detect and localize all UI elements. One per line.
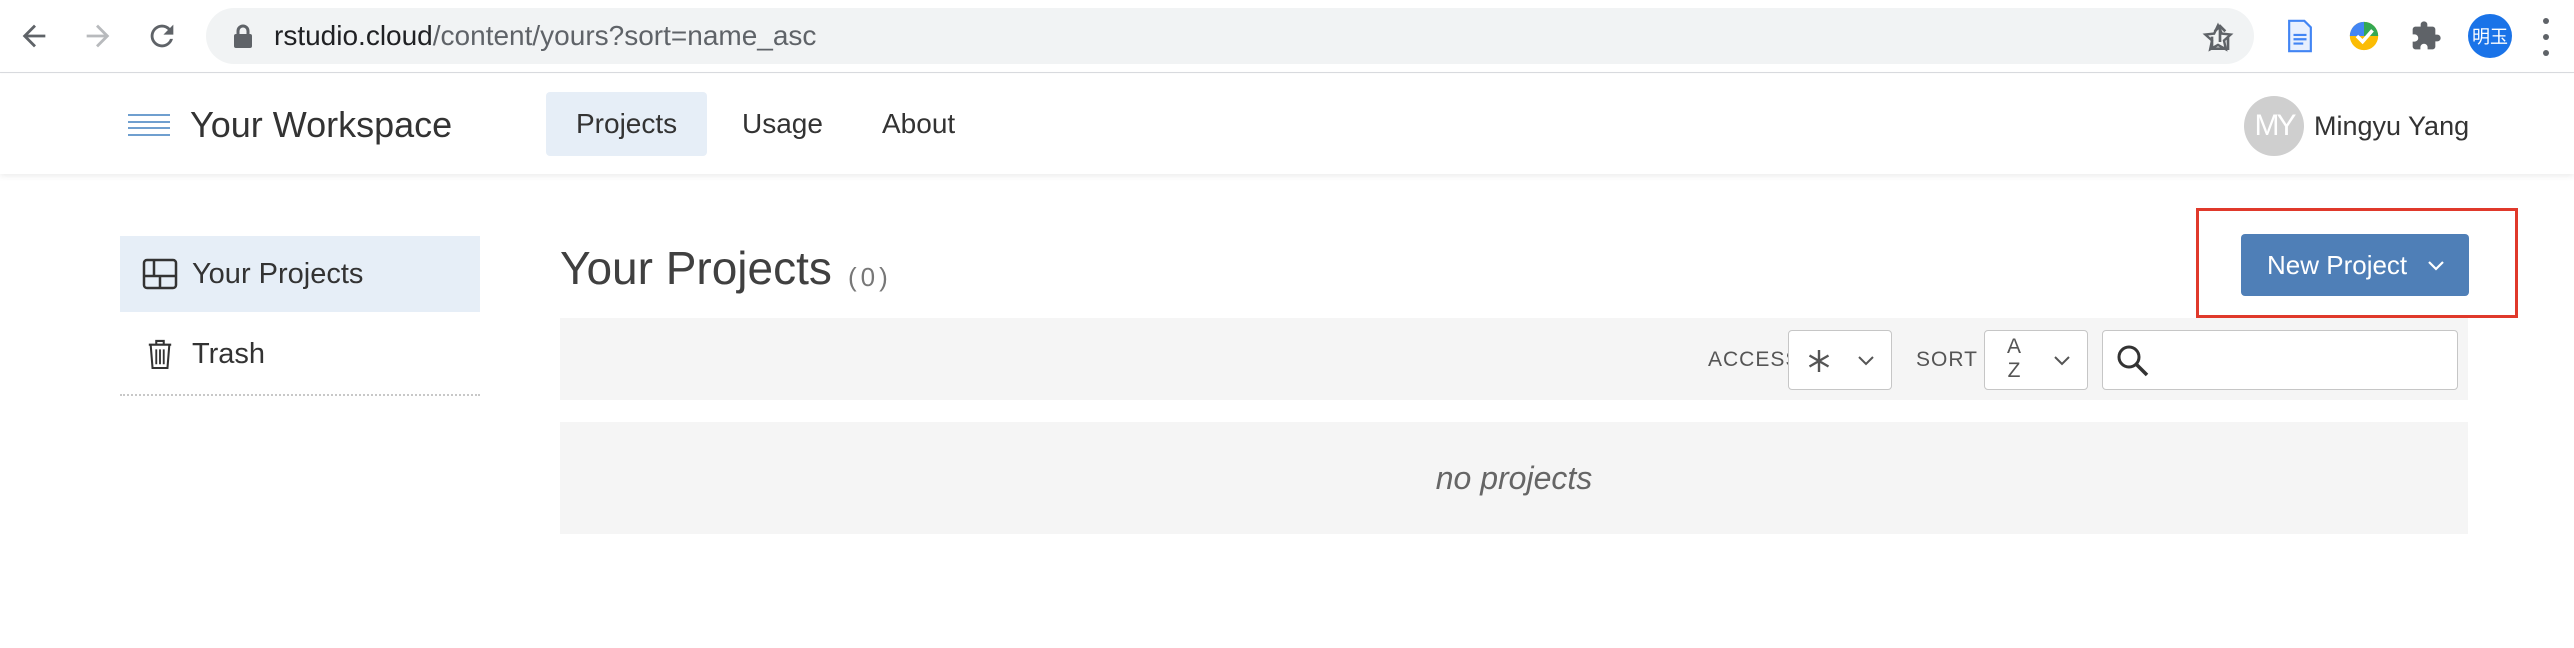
access-label: ACCESS <box>1708 348 1801 371</box>
page-title: Your Projects <box>560 242 832 294</box>
avatar[interactable]: MY <box>2244 96 2304 156</box>
browser-toolbar: rstudio.cloud/content/yours?sort=name_as… <box>0 0 2574 73</box>
doc-extension-button[interactable] <box>2280 16 2320 56</box>
url-text: rstudio.cloud/content/yours?sort=name_as… <box>274 21 816 51</box>
url-path: /content/yours?sort=name_asc <box>432 20 817 51</box>
trash-icon <box>140 334 180 374</box>
tab-about[interactable]: About <box>852 92 985 156</box>
url-host: rstudio.cloud <box>274 20 433 51</box>
projects-grid-icon <box>140 254 180 294</box>
back-icon <box>22 24 46 48</box>
sidebar-item-label: Trash <box>192 337 266 370</box>
chevron-down-icon <box>1858 356 1874 366</box>
doc-extension-icon <box>2288 19 2312 53</box>
color-extension-button[interactable] <box>2344 16 2384 56</box>
reload-icon <box>150 24 174 48</box>
sidebar-item-label: Your Projects <box>192 257 364 290</box>
projects-toolbar: ACCESS SORT A Z <box>560 318 2468 400</box>
projects-list-empty: no projects <box>560 422 2468 534</box>
reload-button[interactable] <box>142 14 182 58</box>
puzzle-icon <box>2412 21 2441 50</box>
sort-az-icon: A Z <box>2006 335 2021 382</box>
tab-projects[interactable]: Projects <box>546 92 708 156</box>
new-project-label: New Project <box>2267 249 2408 280</box>
search-field[interactable] <box>2102 330 2458 390</box>
sort-label: SORT <box>1916 348 1978 371</box>
lock-icon <box>234 24 252 48</box>
forward-button[interactable] <box>78 14 118 58</box>
hamburger-menu-icon[interactable] <box>128 114 170 136</box>
sidebar: Your Projects Trash <box>120 236 480 396</box>
search-icon <box>2117 345 2149 377</box>
search-input[interactable] <box>2159 339 2449 381</box>
asterisk-icon <box>1808 350 1830 372</box>
tab-usage[interactable]: Usage <box>712 92 853 156</box>
chevron-down-icon <box>2054 356 2070 366</box>
access-select[interactable] <box>1788 330 1892 390</box>
kebab-menu-icon[interactable] <box>2540 18 2552 56</box>
project-count: (0) <box>848 262 892 292</box>
chevron-down-icon <box>2428 261 2444 271</box>
forward-icon <box>86 24 110 48</box>
color-extension-icon <box>2349 21 2379 51</box>
sidebar-item-your-projects[interactable]: Your Projects <box>120 236 480 312</box>
back-button[interactable] <box>14 14 54 58</box>
star-icon[interactable] <box>2202 22 2234 54</box>
app-header: Your Workspace Projects Usage About MY M… <box>0 74 2574 174</box>
workspace-title[interactable]: Your Workspace <box>190 104 452 146</box>
empty-state-text: no projects <box>1435 459 1593 496</box>
extensions-button[interactable] <box>2406 16 2446 56</box>
browser-profile-avatar[interactable]: 明玉 <box>2468 14 2512 58</box>
sort-select[interactable]: A Z <box>1984 330 2088 390</box>
address-bar[interactable]: rstudio.cloud/content/yours?sort=name_as… <box>206 8 2254 64</box>
user-name[interactable]: Mingyu Yang <box>2314 108 2469 144</box>
new-project-button[interactable]: New Project <box>2241 234 2469 296</box>
sidebar-item-trash[interactable]: Trash <box>120 316 480 392</box>
